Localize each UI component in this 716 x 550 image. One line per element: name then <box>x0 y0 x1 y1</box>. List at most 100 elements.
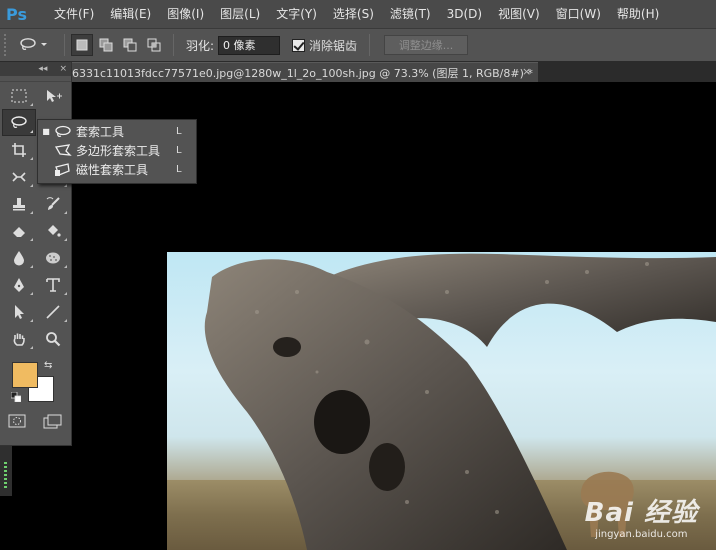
flyout-item-label: 磁性套索工具 <box>76 163 149 177</box>
lasso-tool[interactable] <box>2 109 36 136</box>
foreground-color-swatch[interactable] <box>12 362 38 388</box>
eraser-icon <box>13 226 25 237</box>
close-document-icon[interactable]: × <box>522 65 531 78</box>
close-panel-icon[interactable]: × <box>59 64 67 74</box>
quick-mask-icon[interactable] <box>8 414 26 428</box>
path-selection-tool[interactable] <box>2 298 36 325</box>
watermark-logo: Bai 经验 <box>584 498 698 528</box>
photoshop-logo: Ps <box>6 4 27 24</box>
healing-brush-icon <box>12 171 26 182</box>
anti-alias-label: 消除锯齿 <box>309 38 358 53</box>
sponge-tool[interactable] <box>36 244 70 271</box>
document-tab-title: 6331c11013fdcc77571e0.jpg@1280w_1l_2o_10… <box>72 66 533 80</box>
mode-row <box>0 414 71 430</box>
refine-edge-button[interactable]: 调整边缘... <box>384 35 469 55</box>
add-to-selection-button[interactable] <box>95 34 117 56</box>
eraser-tool[interactable] <box>2 217 36 244</box>
document-image: Bai 经验 jingyan.baidu.com <box>167 252 716 550</box>
menu-type[interactable]: 文字(Y) <box>268 0 325 28</box>
paint-bucket-tool[interactable] <box>36 217 70 244</box>
flyout-item-label: 多边形套索工具 <box>76 144 161 158</box>
separator <box>173 34 174 56</box>
color-swatches: ⇆ <box>0 356 71 408</box>
side-panel-stub[interactable] <box>0 446 12 496</box>
active-tool-bullet: ■ <box>42 127 50 136</box>
separator <box>64 34 65 56</box>
tools-panel-header: ◂◂ × <box>0 62 71 76</box>
chevron-down-icon <box>41 43 47 46</box>
menu-file[interactable]: 文件(F) <box>46 0 102 28</box>
options-bar-grip[interactable] <box>4 34 10 56</box>
intersect-selection-icon <box>147 38 161 52</box>
move-icon <box>47 89 62 102</box>
line-icon <box>46 304 60 319</box>
flyout-item-magnetic-lasso[interactable]: 磁性套索工具 L <box>38 160 196 179</box>
stamp-icon <box>13 197 25 210</box>
pen-icon <box>14 277 24 292</box>
marquee-tool[interactable] <box>2 82 36 109</box>
menu-window[interactable]: 窗口(W) <box>548 0 609 28</box>
swap-colors-icon[interactable]: ⇆ <box>44 360 52 371</box>
menu-filter[interactable]: 滤镜(T) <box>382 0 439 28</box>
menu-select[interactable]: 选择(S) <box>325 0 382 28</box>
new-selection-icon <box>76 39 88 51</box>
sponge-icon <box>46 252 60 263</box>
menu-bar: Ps 文件(F) 编辑(E) 图像(I) 图层(L) 文字(Y) 选择(S) 滤… <box>0 0 716 28</box>
add-selection-icon <box>99 38 113 52</box>
move-tool[interactable] <box>36 82 70 109</box>
flyout-item-label: 套索工具 <box>76 125 125 139</box>
healing-brush-tool[interactable] <box>2 163 36 190</box>
menu-edit[interactable]: 编辑(E) <box>102 0 159 28</box>
clone-stamp-tool[interactable] <box>2 190 36 217</box>
type-icon <box>46 277 60 292</box>
menu-help[interactable]: 帮助(H) <box>609 0 667 28</box>
screen-mode-icon[interactable] <box>43 414 63 430</box>
crop-icon <box>12 142 26 157</box>
options-bar: 羽化: 0 像素 消除锯齿 调整边缘... <box>0 28 716 62</box>
tool-preset-picker[interactable] <box>18 37 58 53</box>
flyout-item-shortcut: L <box>176 164 182 175</box>
lasso-icon <box>11 115 27 128</box>
menu-3d[interactable]: 3D(D) <box>439 0 490 28</box>
history-brush-tool[interactable] <box>36 190 70 217</box>
lasso-icon <box>20 38 36 51</box>
zoom-icon <box>46 331 61 346</box>
anti-alias-toggle[interactable]: 消除锯齿 <box>292 37 357 54</box>
polygonal-lasso-icon <box>54 143 76 158</box>
baidu-watermark: Bai 经验 jingyan.baidu.com <box>585 492 698 540</box>
flyout-item-polygonal-lasso[interactable]: 多边形套索工具 L <box>38 141 196 160</box>
type-tool[interactable] <box>36 271 70 298</box>
subtract-selection-icon <box>123 38 137 52</box>
default-colors-icon[interactable] <box>11 392 21 402</box>
flyout-item-shortcut: L <box>176 145 182 156</box>
blur-tool[interactable] <box>2 244 36 271</box>
history-brush-icon <box>46 196 60 210</box>
lasso-tools-flyout: ■ 套索工具 L 多边形套索工具 L 磁性套索工具 L <box>37 119 197 184</box>
collapse-panel-icon[interactable]: ◂◂ <box>38 64 47 74</box>
separator <box>369 34 371 56</box>
anti-alias-checkbox[interactable] <box>292 38 306 52</box>
menu-view[interactable]: 视图(V) <box>490 0 548 28</box>
marquee-icon <box>11 89 27 102</box>
document-tab-bar: 6331c11013fdcc77571e0.jpg@1280w_1l_2o_10… <box>72 62 716 82</box>
document-tab[interactable]: 6331c11013fdcc77571e0.jpg@1280w_1l_2o_10… <box>72 62 538 82</box>
paint-bucket-icon <box>48 224 61 237</box>
path-selection-icon <box>15 304 24 319</box>
magnetic-lasso-icon <box>54 162 76 177</box>
watermark-url: jingyan.baidu.com <box>595 529 688 540</box>
line-tool[interactable] <box>36 298 70 325</box>
menu-image[interactable]: 图像(I) <box>159 0 212 28</box>
crop-tool[interactable] <box>2 136 36 163</box>
intersect-selection-button[interactable] <box>143 34 165 56</box>
hand-tool[interactable] <box>2 325 36 352</box>
menu-layer[interactable]: 图层(L) <box>212 0 268 28</box>
pen-tool[interactable] <box>2 271 36 298</box>
new-selection-button[interactable] <box>71 34 93 56</box>
flyout-item-lasso[interactable]: ■ 套索工具 L <box>38 122 196 141</box>
zoom-tool[interactable] <box>36 325 70 352</box>
blur-drop-icon <box>14 250 24 265</box>
subtract-from-selection-button[interactable] <box>119 34 141 56</box>
lasso-icon <box>54 125 76 139</box>
feather-input[interactable]: 0 像素 <box>218 35 281 55</box>
feather-label: 羽化: <box>186 38 215 53</box>
